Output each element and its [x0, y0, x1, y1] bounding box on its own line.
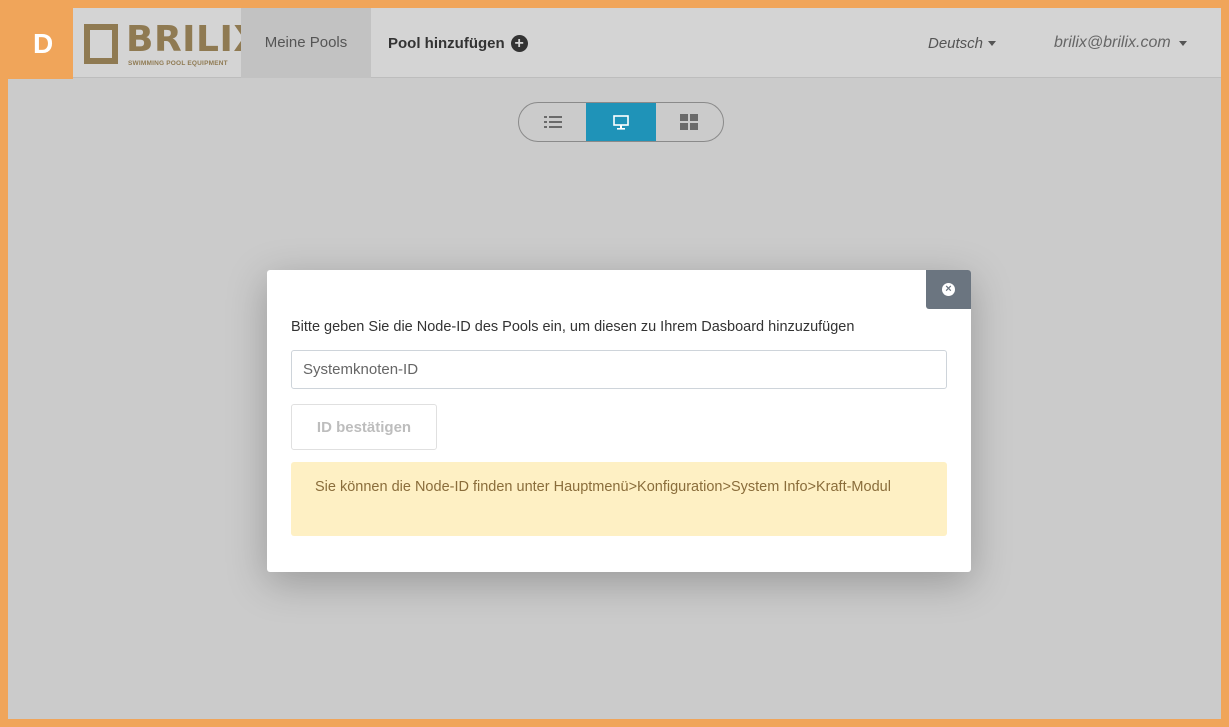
node-id-input[interactable]: [291, 350, 947, 389]
language-label: Deutsch: [928, 34, 984, 52]
monitor-icon: [613, 114, 629, 130]
logo-square-icon: [84, 24, 118, 64]
grid-icon: [680, 114, 699, 130]
logo-tagline: SWIMMING POOL EQUIPMENT: [128, 60, 228, 67]
info-alert: Sie können die Node-ID finden unter Haup…: [291, 462, 947, 536]
caret-down-icon: [1178, 40, 1187, 46]
nav-pool-hinzufuegen[interactable]: Pool hinzufügen +: [388, 8, 528, 78]
user-email: brilix@brilix.com: [1054, 34, 1171, 51]
user-menu-dropdown[interactable]: brilix@brilix.com: [1054, 8, 1187, 78]
language-dropdown[interactable]: Deutsch: [928, 8, 997, 78]
top-navbar: BRILIX SWIMMING POOL EQUIPMENT Meine Poo…: [8, 8, 1221, 78]
grid-view-button[interactable]: [656, 103, 723, 141]
plus-circle-icon: +: [510, 34, 528, 52]
view-toggle-group: [518, 102, 724, 142]
caret-down-icon: [988, 40, 997, 46]
info-alert-text: Sie können die Node-ID finden unter Haup…: [315, 479, 891, 495]
list-view-button[interactable]: [519, 103, 586, 141]
close-icon: ×: [942, 283, 955, 296]
add-pool-modal: × Bitte geben Sie die Node-ID des Pools …: [267, 270, 971, 572]
d-badge: D: [0, 0, 73, 79]
desktop-view-button[interactable]: [586, 103, 656, 141]
nav-meine-pools[interactable]: Meine Pools: [241, 8, 371, 78]
nav-pool-hinzufuegen-label: Pool hinzufügen: [388, 34, 505, 52]
list-icon: [543, 116, 562, 128]
confirm-id-button[interactable]: ID bestätigen: [291, 404, 437, 450]
modal-instruction: Bitte geben Sie die Node-ID des Pools ei…: [291, 319, 855, 335]
brilix-logo[interactable]: BRILIX SWIMMING POOL EQUIPMENT: [84, 20, 261, 68]
app-window: BRILIX SWIMMING POOL EQUIPMENT Meine Poo…: [8, 8, 1221, 719]
close-modal-button[interactable]: ×: [926, 270, 971, 309]
